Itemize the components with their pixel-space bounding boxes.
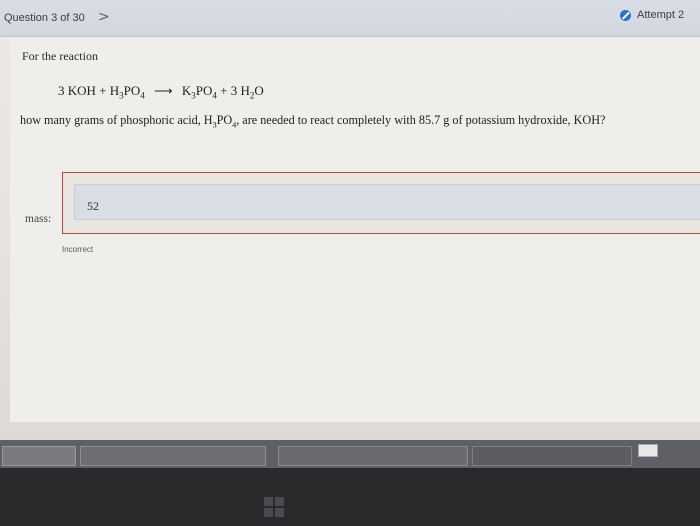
answer-container: 52 [62, 172, 700, 234]
taskbar-item[interactable] [80, 446, 266, 466]
reaction-arrow-icon: ⟶ [154, 83, 173, 98]
question-text: how many grams of phosphoric acid, H3PO4… [20, 113, 606, 130]
attempt-status-icon [620, 9, 631, 21]
mass-answer-input[interactable]: 52 [74, 184, 700, 220]
mass-label: mass: [25, 213, 52, 225]
problem-intro: For the reaction [22, 49, 98, 63]
reaction-equation: 3 KOH + H3PO4 ⟶ K3PO4 + 3 H2O [58, 83, 264, 101]
feedback-incorrect: Incorrect [62, 245, 94, 254]
next-question-chevron-icon[interactable]: > [98, 9, 110, 25]
attempt-label: Attempt 2 [637, 9, 685, 21]
question-counter: Question 3 of 30 [4, 12, 85, 24]
taskbar-item[interactable] [278, 446, 468, 466]
browser-viewport: Question 3 of 30 > Attempt 2 For the rea… [0, 0, 700, 440]
attempt-indicator: Attempt 2 [620, 9, 684, 21]
taskbar-item[interactable] [2, 446, 76, 466]
keyboard-icon[interactable] [638, 444, 658, 457]
windows-logo-icon [264, 497, 284, 517]
taskbar-item[interactable] [472, 446, 632, 466]
question-header: Question 3 of 30 > Attempt 2 [0, 0, 700, 37]
